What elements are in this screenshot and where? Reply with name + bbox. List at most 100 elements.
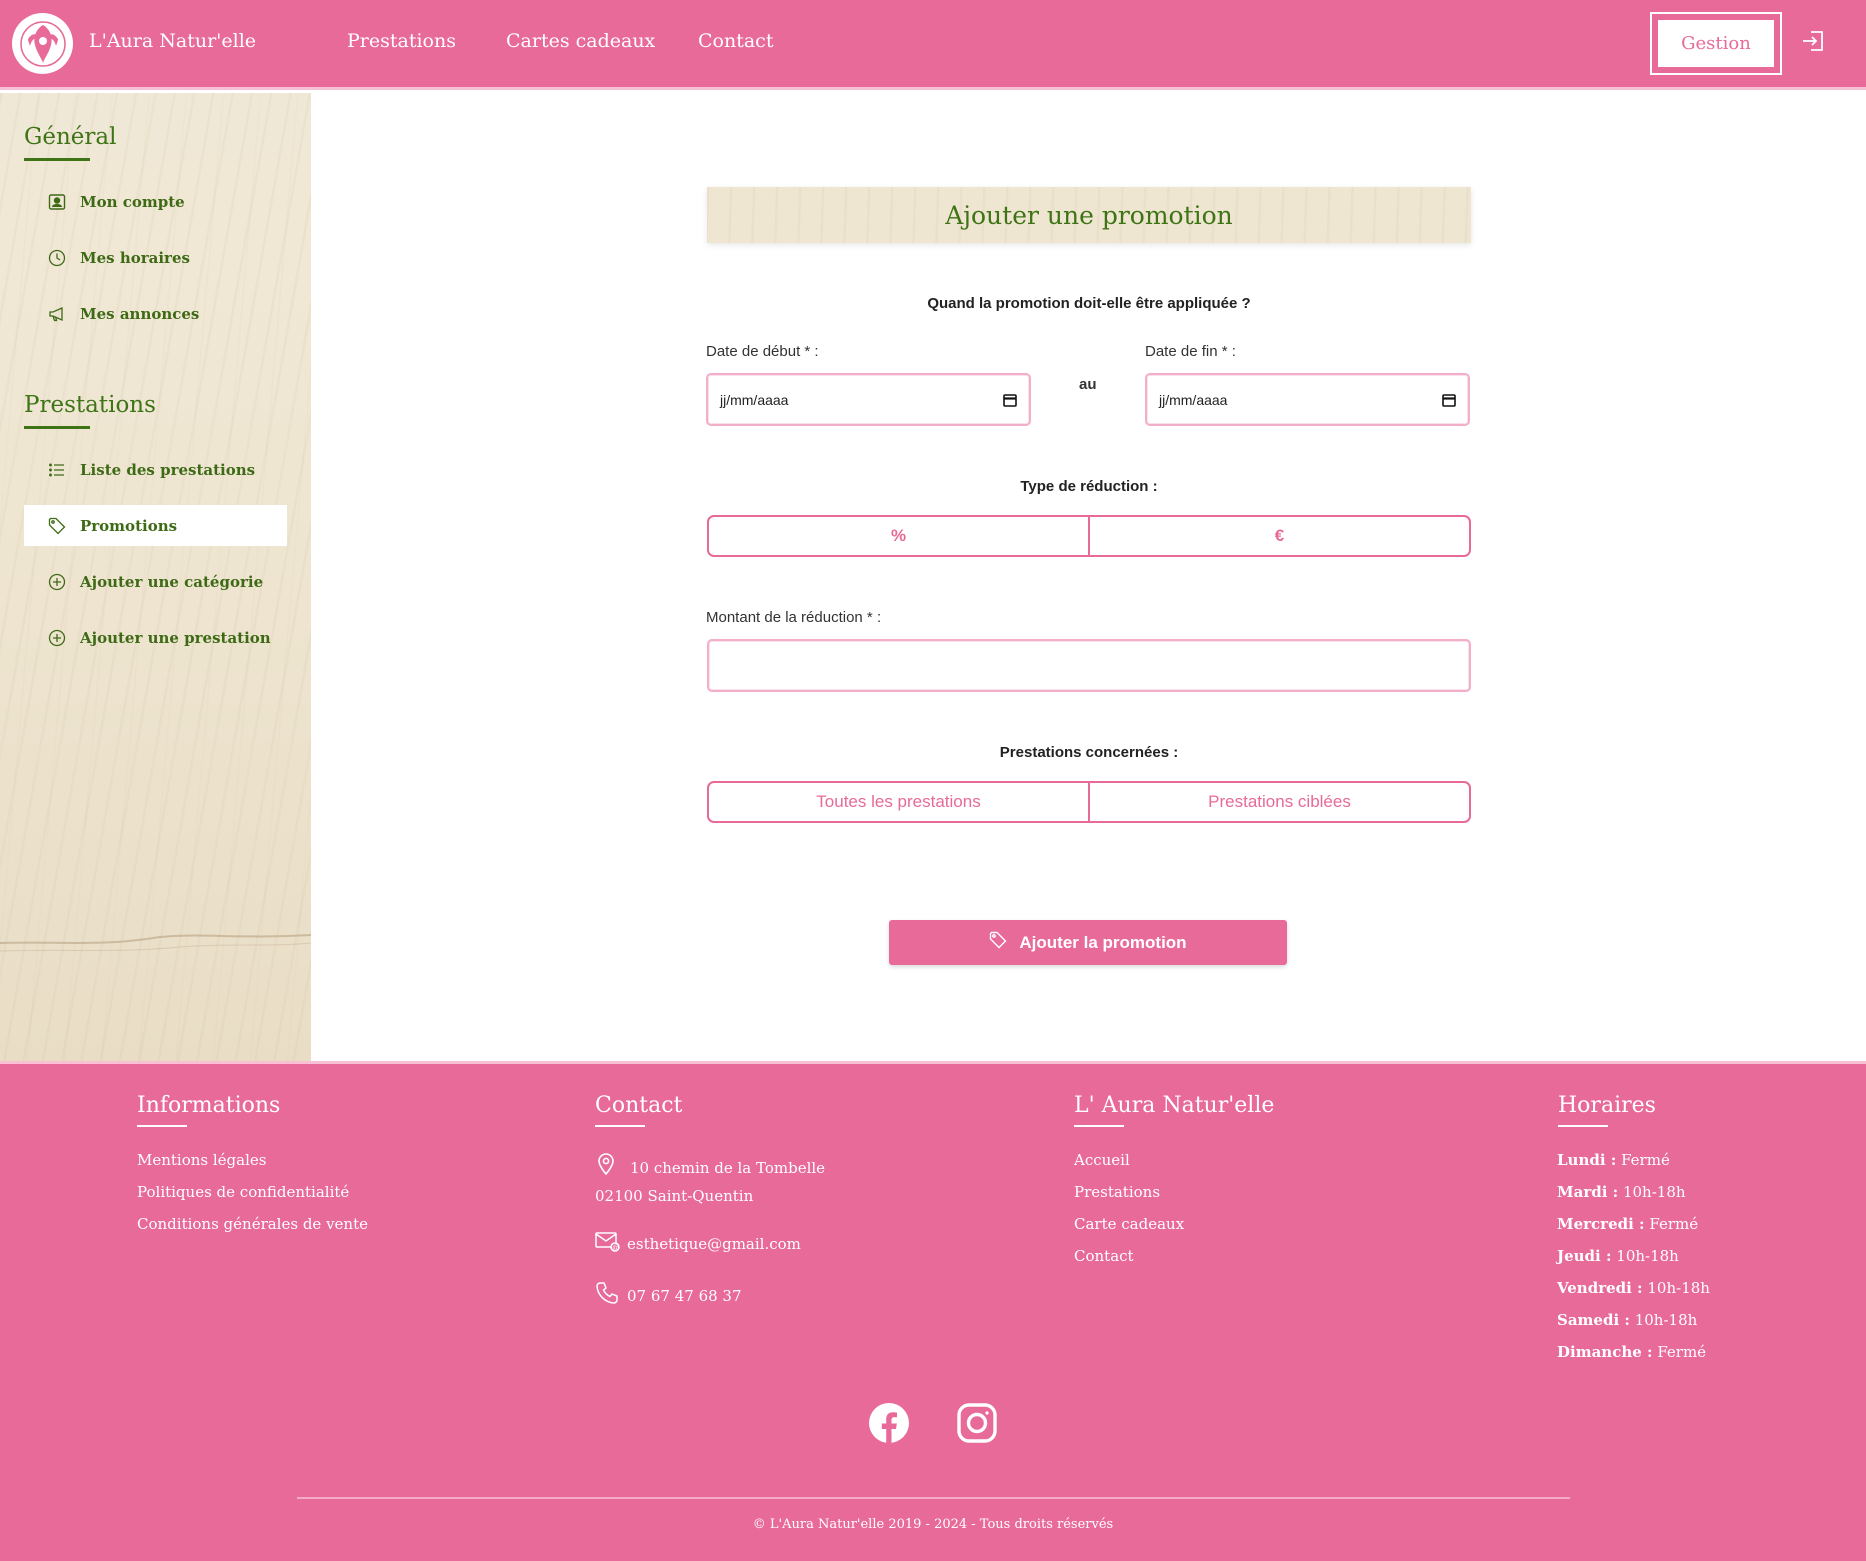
megaphone-icon [47, 304, 67, 324]
clock-icon [47, 248, 67, 268]
sidebar-item-ajouter-prestation[interactable]: Ajouter une prestation [24, 617, 287, 658]
amount-label: Montant de la réduction * : [706, 609, 882, 626]
sidebar-heading-underline [24, 426, 90, 429]
footer-contact-title: Contact [595, 1093, 683, 1118]
sidebar-item-promotions[interactable]: Promotions [24, 505, 287, 546]
amount-input[interactable] [707, 639, 1471, 692]
hours-day: Vendredi : [1557, 1279, 1643, 1297]
reduction-euro-option[interactable]: € [1088, 517, 1469, 555]
footer-link-mentions[interactable]: Mentions légales [137, 1151, 266, 1169]
form-title: Ajouter une promotion [945, 200, 1233, 230]
hours-value: Fermé [1649, 1215, 1699, 1233]
svg-text:@: @ [612, 1245, 619, 1252]
calendar-icon[interactable] [1003, 393, 1017, 407]
envelope-icon: @ [595, 1231, 621, 1258]
footer-title-underline [1558, 1125, 1608, 1127]
calendar-icon[interactable] [1442, 393, 1456, 407]
nav-cartes-cadeaux[interactable]: Cartes cadeaux [506, 30, 655, 52]
instagram-icon[interactable] [956, 1402, 998, 1444]
facebook-icon[interactable] [868, 1402, 910, 1444]
sidebar-item-label: Mes horaires [80, 248, 190, 267]
reduction-percent-option[interactable]: % [709, 517, 1088, 555]
hours-value: Fermé [1621, 1151, 1670, 1169]
hours-day: Samedi : [1557, 1311, 1630, 1329]
sidebar-heading-underline [24, 158, 90, 161]
end-date-label: Date de fin * : [1145, 343, 1236, 360]
footer-title-underline [1074, 1125, 1124, 1127]
footer-horaires-title: Horaires [1558, 1093, 1656, 1118]
concerned-toggle: Toutes les prestations Prestations ciblé… [707, 781, 1471, 823]
hours-day: Mercredi : [1557, 1215, 1645, 1233]
hours-day: Jeudi : [1557, 1247, 1612, 1265]
user-card-icon [47, 192, 67, 212]
footer-link-carte-cadeaux[interactable]: Carte cadeaux [1074, 1215, 1184, 1233]
hours-row-samedi: Samedi : 10h-18h [1557, 1311, 1697, 1329]
sidebar-item-mes-annonces[interactable]: Mes annonces [24, 293, 287, 334]
sidebar-item-mon-compte[interactable]: Mon compte [24, 181, 287, 222]
sidebar-item-label: Mon compte [80, 192, 185, 211]
brand-name[interactable]: L'Aura Natur'elle [89, 30, 256, 52]
sidebar-item-liste-prestations[interactable]: Liste des prestations [24, 449, 287, 490]
hours-value: 10h-18h [1622, 1183, 1686, 1201]
tag-icon [989, 931, 1007, 954]
hours-value: 10h-18h [1647, 1279, 1710, 1297]
map-pin-icon [596, 1152, 616, 1181]
phone-icon [595, 1281, 619, 1310]
targeted-prestations-option[interactable]: Prestations ciblées [1088, 783, 1469, 821]
copyright-text: © L'Aura Natur'elle 2019 - 2024 - Tous d… [752, 1517, 1114, 1532]
sidebar-item-label: Ajouter une prestation [80, 628, 271, 647]
woman-face-logo-icon[interactable] [12, 13, 73, 74]
date-separator: au [1079, 376, 1097, 393]
concerned-label: Prestations concernées : [999, 744, 1179, 761]
start-date-input[interactable]: jj/mm/aaaa [706, 373, 1031, 426]
start-date-placeholder: jj/mm/aaaa [720, 391, 789, 408]
hours-row-lundi: Lundi : Fermé [1557, 1151, 1670, 1169]
list-icon [47, 460, 67, 480]
end-date-input[interactable]: jj/mm/aaaa [1145, 373, 1470, 426]
hours-value: 10h-18h [1616, 1247, 1679, 1265]
footer-link-accueil[interactable]: Accueil [1074, 1151, 1130, 1169]
footer-link-confidentialite[interactable]: Politiques de confidentialité [137, 1183, 349, 1201]
hours-day: Mardi : [1557, 1183, 1619, 1201]
reduction-type-label: Type de réduction : [1020, 478, 1158, 495]
hours-value: Fermé [1657, 1343, 1707, 1361]
footer-link-cgv[interactable]: Conditions générales de vente [137, 1215, 368, 1233]
tag-icon [47, 516, 67, 536]
footer-address-line1: 10 chemin de la Tombelle [630, 1159, 826, 1177]
sidebar-item-ajouter-categorie[interactable]: Ajouter une catégorie [24, 561, 287, 602]
form-title-banner: Ajouter une promotion [707, 187, 1471, 243]
hours-row-jeudi: Jeudi : 10h-18h [1557, 1247, 1679, 1265]
when-question: Quand la promotion doit-elle être appliq… [927, 295, 1251, 312]
hours-row-dimanche: Dimanche : Fermé [1557, 1343, 1706, 1361]
nav-contact[interactable]: Contact [698, 30, 773, 52]
wood-grain-decoration [0, 934, 311, 952]
sidebar-item-label: Mes annonces [80, 304, 200, 323]
footer-email[interactable]: esthetique@gmail.com [627, 1235, 801, 1253]
plus-circle-icon [47, 572, 67, 592]
sidebar-item-label: Liste des prestations [80, 460, 256, 479]
sidebar-item-mes-horaires[interactable]: Mes horaires [24, 237, 287, 278]
hours-value: 10h-18h [1634, 1311, 1698, 1329]
footer-link-prestations[interactable]: Prestations [1074, 1183, 1160, 1201]
hours-row-mercredi: Mercredi : Fermé [1557, 1215, 1698, 1233]
footer-phone[interactable]: 07 67 47 68 37 [627, 1287, 742, 1305]
sidebar-heading-prestations: Prestations [24, 392, 156, 418]
all-prestations-option[interactable]: Toutes les prestations [709, 783, 1088, 821]
hours-day: Dimanche : [1557, 1343, 1653, 1361]
plus-circle-icon [47, 628, 67, 648]
footer-title-underline [137, 1125, 187, 1127]
nav-prestations[interactable]: Prestations [347, 30, 456, 52]
top-navbar: L'Aura Natur'elle Prestations Cartes cad… [0, 0, 1866, 90]
add-promotion-button[interactable]: Ajouter la promotion [889, 920, 1287, 965]
footer-brand-title: L' Aura Natur'elle [1074, 1093, 1275, 1118]
start-date-label: Date de début * : [706, 343, 819, 360]
hours-day: Lundi : [1557, 1151, 1617, 1169]
sign-in-icon[interactable] [1800, 28, 1826, 54]
hours-row-mardi: Mardi : 10h-18h [1557, 1183, 1686, 1201]
gestion-button[interactable]: Gestion [1658, 20, 1774, 67]
footer-link-contact[interactable]: Contact [1074, 1247, 1134, 1265]
footer-title-underline [595, 1125, 645, 1127]
add-promotion-label: Ajouter la promotion [1019, 932, 1187, 952]
footer-divider [297, 1497, 1570, 1499]
end-date-placeholder: jj/mm/aaaa [1159, 391, 1228, 408]
